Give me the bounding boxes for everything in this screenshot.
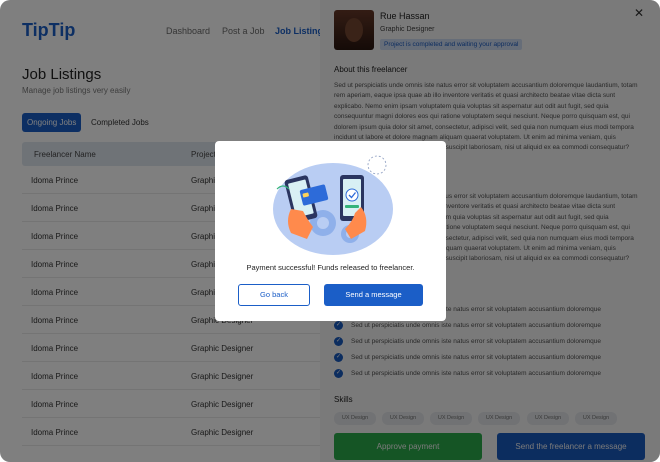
skill-chip: UX Design — [382, 412, 424, 425]
send-message-button[interactable]: Send a message — [324, 284, 423, 306]
skill-chip: UX Design — [478, 412, 520, 425]
skill-chip: UX Design — [334, 412, 376, 425]
status-badge: Project is completed and waiting your ap… — [380, 39, 523, 50]
checklist-item: ✓ Sed ut perspiciatis unde omnis iste na… — [334, 369, 602, 378]
skills-heading: Skills — [334, 395, 353, 404]
freelancer-role: Graphic Designer — [380, 26, 435, 33]
check-circle-icon: ✓ — [334, 353, 343, 362]
skill-chip: UX Design — [430, 412, 472, 425]
about-heading: About this freelancer — [334, 65, 408, 74]
send-freelancer-message-button[interactable]: Send the freelancer a message — [497, 433, 645, 460]
freelancer-name: Rue Hassan — [380, 11, 430, 21]
app-window: TipTip Dashboard Post a Job Job Listings… — [0, 0, 660, 462]
go-back-button[interactable]: Go back — [238, 284, 310, 306]
check-circle-icon: ✓ — [334, 337, 343, 346]
payment-success-illustration — [273, 155, 393, 255]
checklist-item: ✓ Sed ut perspiciatis unde omnis iste na… — [334, 321, 602, 330]
payment-success-modal: Payment successful! Funds released to fr… — [215, 141, 446, 321]
success-message: Payment successful! Funds released to fr… — [246, 263, 415, 272]
close-icon[interactable]: ✕ — [634, 6, 644, 20]
approve-payment-button[interactable]: Approve payment — [334, 433, 482, 460]
checklist-item: ✓ Sed ut perspiciatis unde omnis iste na… — [334, 353, 602, 362]
avatar — [334, 10, 374, 50]
checklist-item: ✓ Sed ut perspiciatis unde omnis iste na… — [334, 337, 602, 346]
skill-chip: UX Design — [527, 412, 569, 425]
check-circle-icon: ✓ — [334, 321, 343, 330]
skill-chip: UX Design — [575, 412, 617, 425]
check-circle-icon: ✓ — [334, 369, 343, 378]
